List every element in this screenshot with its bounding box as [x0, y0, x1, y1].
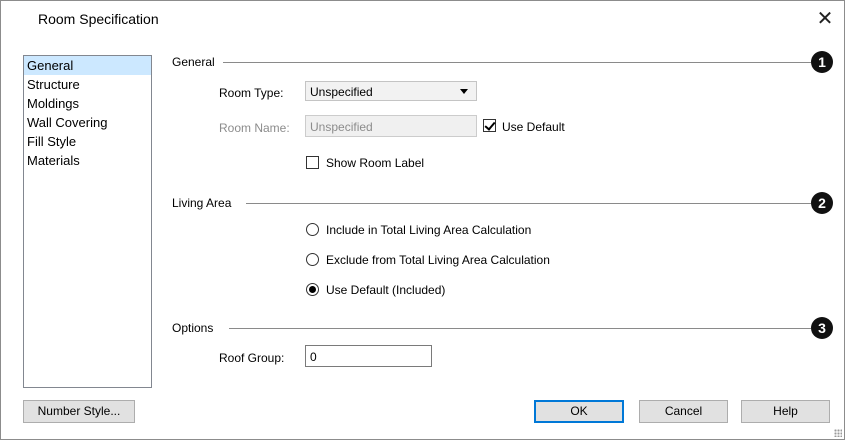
- use-default-included-label[interactable]: Use Default (Included): [326, 283, 445, 297]
- roof-group-value: 0: [310, 350, 317, 364]
- nav-item-materials[interactable]: Materials: [24, 151, 151, 170]
- options-section-divider: [229, 328, 811, 329]
- nav-item-fill-style[interactable]: Fill Style: [24, 132, 151, 151]
- general-section-label: General: [172, 55, 215, 69]
- exclude-living-area-label[interactable]: Exclude from Total Living Area Calculati…: [326, 253, 550, 267]
- cancel-button[interactable]: Cancel: [639, 400, 728, 423]
- general-section-divider: [223, 62, 811, 63]
- nav-item-structure[interactable]: Structure: [24, 75, 151, 94]
- resize-grip-icon[interactable]: [834, 429, 842, 437]
- checkmark-icon: [484, 119, 496, 131]
- callout-badge-3: 3: [811, 317, 833, 339]
- room-name-field[interactable]: Unspecified: [305, 115, 477, 137]
- room-name-label: Room Name:: [219, 121, 290, 135]
- use-default-included-radio[interactable]: [306, 283, 319, 296]
- show-room-label-label[interactable]: Show Room Label: [326, 156, 424, 170]
- dialog-title: Room Specification: [38, 11, 159, 27]
- use-default-checkbox[interactable]: [483, 119, 496, 132]
- room-type-value: Unspecified: [310, 85, 373, 99]
- options-section-label: Options: [172, 321, 214, 335]
- room-specification-dialog: Room Specification ✕ General Structure M…: [0, 0, 845, 440]
- nav-item-wall-covering[interactable]: Wall Covering: [24, 113, 151, 132]
- category-list[interactable]: General Structure Moldings Wall Covering…: [23, 55, 152, 388]
- room-type-dropdown[interactable]: Unspecified: [305, 81, 477, 101]
- ok-button[interactable]: OK: [534, 400, 624, 423]
- living-area-section-divider: [246, 203, 811, 204]
- use-default-label[interactable]: Use Default: [502, 120, 565, 134]
- exclude-living-area-radio[interactable]: [306, 253, 319, 266]
- nav-item-general[interactable]: General: [24, 56, 151, 75]
- include-living-area-radio[interactable]: [306, 223, 319, 236]
- nav-item-moldings[interactable]: Moldings: [24, 94, 151, 113]
- close-icon[interactable]: ✕: [814, 8, 836, 30]
- radio-selected-dot: [309, 286, 316, 293]
- room-name-value: Unspecified: [310, 120, 373, 134]
- living-area-section-label: Living Area: [172, 196, 232, 210]
- roof-group-label: Roof Group:: [219, 351, 285, 365]
- title-bar: Room Specification ✕: [1, 1, 844, 39]
- roof-group-field[interactable]: 0: [305, 345, 432, 367]
- show-room-label-checkbox[interactable]: [306, 156, 319, 169]
- help-button[interactable]: Help: [741, 400, 830, 423]
- callout-badge-2: 2: [811, 192, 833, 214]
- chevron-down-icon: [460, 89, 468, 94]
- include-living-area-label[interactable]: Include in Total Living Area Calculation: [326, 223, 531, 237]
- number-style-button[interactable]: Number Style...: [23, 400, 135, 423]
- callout-badge-1: 1: [811, 51, 833, 73]
- room-type-label: Room Type:: [219, 86, 284, 100]
